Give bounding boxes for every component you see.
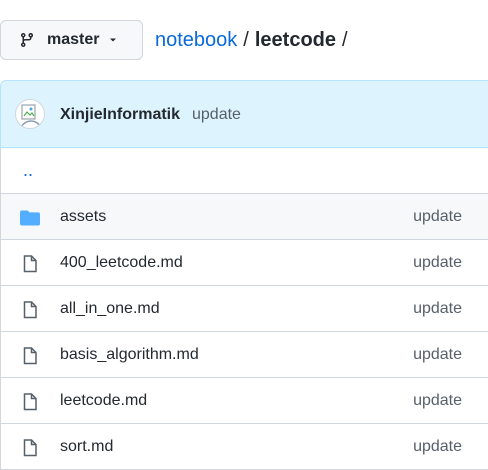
file-list: .. assets update 400_leetcode.md update … xyxy=(0,148,488,470)
file-commit-message[interactable]: update xyxy=(413,208,462,226)
file-name-link[interactable]: sort.md xyxy=(60,438,113,456)
file-commit-message[interactable]: update xyxy=(413,300,462,318)
broken-image-icon xyxy=(20,104,42,128)
list-item[interactable]: assets update xyxy=(1,194,488,240)
list-item[interactable]: sort.md update xyxy=(1,424,488,470)
folder-icon xyxy=(20,208,40,228)
branch-select-button[interactable]: master xyxy=(0,20,143,60)
file-name-link[interactable]: leetcode.md xyxy=(60,392,147,410)
commit-author-link[interactable]: XinjieInformatik xyxy=(60,106,180,124)
git-branch-icon xyxy=(19,32,35,48)
file-name-link[interactable]: assets xyxy=(60,208,106,226)
file-commit-message[interactable]: update xyxy=(413,254,462,272)
breadcrumb-current: leetcode xyxy=(254,29,337,51)
repo-header: master notebook / leetcode / xyxy=(0,0,488,80)
caret-down-icon xyxy=(107,34,119,46)
file-icon xyxy=(20,300,40,320)
file-icon xyxy=(20,346,40,366)
branch-name: master xyxy=(47,31,100,48)
list-item[interactable]: 400_leetcode.md update xyxy=(1,240,488,286)
file-commit-message[interactable]: update xyxy=(413,392,462,410)
file-commit-message[interactable]: update xyxy=(413,346,462,364)
file-icon xyxy=(20,438,40,458)
latest-commit-bar: XinjieInformatik update xyxy=(0,80,488,148)
avatar[interactable] xyxy=(15,99,45,129)
file-icon xyxy=(20,392,40,412)
list-item[interactable]: basis_algorithm.md update xyxy=(1,332,488,378)
file-icon xyxy=(20,254,40,274)
commit-message-link[interactable]: update xyxy=(192,106,241,124)
file-name-link[interactable]: 400_leetcode.md xyxy=(60,254,183,272)
list-item[interactable]: all_in_one.md update xyxy=(1,286,488,332)
file-name-link[interactable]: basis_algorithm.md xyxy=(60,346,199,364)
list-item[interactable]: leetcode.md update xyxy=(1,378,488,424)
breadcrumb-repo-link[interactable]: notebook xyxy=(155,29,237,52)
breadcrumb: notebook / leetcode / xyxy=(155,29,348,52)
breadcrumb-trailing-separator: / xyxy=(342,29,348,51)
file-name-link[interactable]: all_in_one.md xyxy=(60,300,160,318)
file-commit-message[interactable]: update xyxy=(413,438,462,456)
breadcrumb-separator: / xyxy=(243,29,249,51)
parent-directory-link[interactable]: .. xyxy=(1,148,488,194)
